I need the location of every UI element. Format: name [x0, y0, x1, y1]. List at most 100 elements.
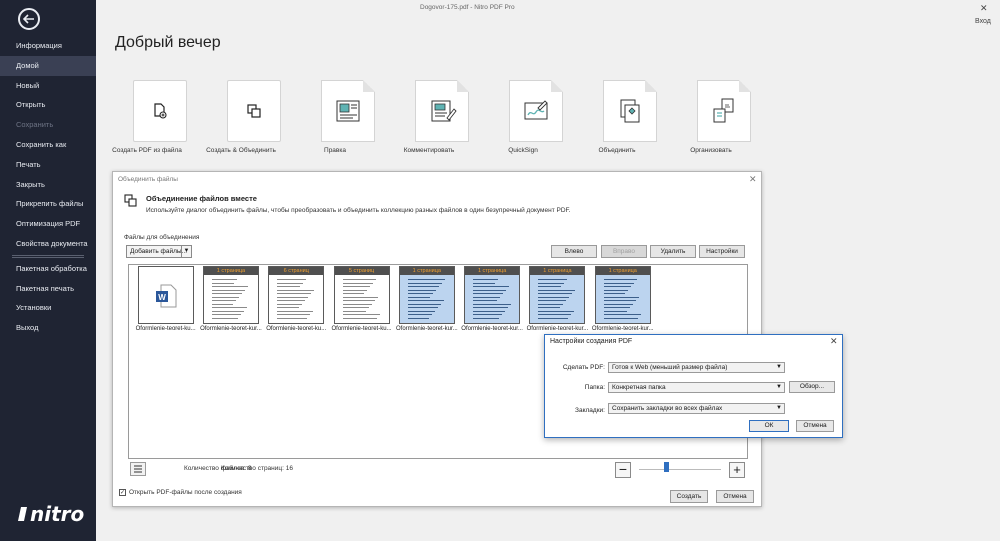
sidebar-separator — [12, 256, 84, 258]
delete-button[interactable]: Удалить — [650, 245, 696, 258]
sidebar-separator — [12, 254, 84, 256]
tile-label: Комментировать — [403, 147, 455, 154]
file-name: Oformlenie-teoret-kur... — [591, 326, 654, 332]
chevron-down-icon[interactable]: ▼ — [181, 246, 191, 257]
sidebar-item[interactable]: Домой — [0, 55, 96, 76]
tile-combine[interactable]: Объединить — [564, 80, 658, 154]
tile-organize[interactable]: Организовать — [658, 80, 752, 154]
arrow-left-icon — [23, 14, 34, 24]
file-name: Oformlenie-teoret-ku... — [135, 326, 196, 332]
file-thumbnails: W Oformlenie-teoret-ku... 1 страница Oforml… — [133, 265, 655, 332]
dialog-title: Объединить файлы — [118, 176, 178, 183]
file-thumbnail[interactable]: 1 страница Oformlenie-teoret-kur... — [459, 265, 524, 332]
page-preview-lines — [211, 279, 250, 321]
page-preview-lines — [277, 279, 315, 321]
combine-files-icon — [124, 194, 137, 210]
edit-icon — [336, 100, 360, 122]
sidebar-item[interactable]: Информация — [0, 36, 96, 56]
organize-icon — [713, 98, 734, 123]
create-button[interactable]: Создать — [670, 490, 708, 503]
tile-create-pdf[interactable]: Создать PDF из файла — [94, 80, 188, 154]
sidebar-item[interactable]: Открыть — [0, 95, 96, 115]
tile-create-combine[interactable]: Создать & Объединить — [188, 80, 282, 154]
page-count: Количество страниц: 16 — [221, 465, 293, 472]
sidebar-item[interactable]: Сохранить как — [0, 135, 96, 155]
close-icon[interactable]: ✕ — [749, 174, 757, 185]
browse-button[interactable]: Обзор... — [789, 381, 835, 393]
file-thumbnail[interactable]: 5 страниц Oformlenie-teoret-ku... — [329, 265, 394, 332]
file-thumbnail[interactable]: 1 страница Oformlenie-teoret-kur... — [394, 265, 459, 332]
sidebar-item[interactable]: Пакетная обработка — [0, 259, 96, 279]
file-thumbnail[interactable]: 1 страница Oformlenie-teoret-kur... — [590, 265, 655, 332]
nitro-logo: nitro — [18, 502, 84, 526]
sidebar-item[interactable]: Пакетная печать — [0, 279, 96, 299]
add-files-button[interactable]: Добавить файлы... ▼ — [126, 245, 192, 258]
thumbnail-image: 1 страница — [464, 266, 521, 324]
list-view-button[interactable] — [130, 462, 146, 476]
sidebar-nav: Информация Домой Новый Открыть Сохранить Сохр… — [0, 36, 96, 338]
dialog-heading: Объединение файлов вместе — [146, 194, 257, 203]
tile-card — [697, 80, 751, 142]
sidebar-item[interactable]: Печать — [0, 155, 96, 175]
ok-button[interactable]: ОК — [749, 420, 789, 432]
page-title: Добрый вечер — [115, 34, 221, 51]
tile-label: Создать & Объединить — [206, 147, 276, 154]
file-thumbnail[interactable]: 6 страниц Oformlenie-teoret-ku... — [264, 265, 329, 332]
page-count-badge: 1 страница — [465, 267, 520, 275]
svg-text:W: W — [158, 293, 166, 302]
open-after-create-checkbox[interactable]: ✓ Открыть PDF-файлы после создания — [119, 489, 242, 496]
file-thumbnail[interactable]: 1 страница Oformlenie-teoret-kur... — [198, 265, 263, 332]
tile-edit[interactable]: Правка — [282, 80, 376, 154]
move-right-button[interactable]: Вправо — [601, 245, 647, 258]
file-thumbnail[interactable]: 1 страница Oformlenie-teoret-kur... — [525, 265, 590, 332]
files-label: Файлы для объединения — [124, 234, 200, 241]
make-pdf-select[interactable]: Готов к Web (меньший размер файла) ▼ — [608, 362, 785, 373]
quicksign-icon — [524, 100, 548, 120]
tile-label: Объединить — [598, 147, 636, 154]
page-count-badge: 1 страница — [203, 267, 258, 275]
file-thumbnail[interactable]: W Oformlenie-teoret-ku... — [133, 265, 198, 332]
cancel-button[interactable]: Отмена — [716, 490, 754, 503]
chevron-down-icon: ▼ — [776, 405, 782, 411]
tile-card — [509, 80, 563, 142]
tile-comment[interactable]: Комментировать — [376, 80, 470, 154]
sidebar-item[interactable]: Прикрепить файлы — [0, 194, 96, 214]
thumbnail-image: 5 страниц — [333, 266, 390, 324]
sidebar-item[interactable]: Выход — [0, 318, 96, 338]
sidebar-item[interactable]: Установки — [0, 298, 96, 318]
sidebar-item[interactable]: Оптимизация PDF — [0, 214, 96, 234]
tile-card — [321, 80, 375, 142]
add-files-label: Добавить файлы... — [130, 248, 188, 255]
sidebar-item[interactable]: Свойства документа — [0, 234, 96, 254]
file-name: Oformlenie-teoret-kur... — [395, 326, 458, 332]
sidebar-item[interactable]: Новый — [0, 76, 96, 96]
sidebar-item[interactable]: Закрыть — [0, 175, 96, 195]
cancel-button[interactable]: Отмена — [796, 420, 834, 432]
move-left-button[interactable]: Влево — [551, 245, 597, 258]
zoom-in-button[interactable]: + — [729, 462, 745, 478]
folder-select[interactable]: Конкретная папка ▼ — [608, 382, 785, 393]
zoom-out-button[interactable]: − — [615, 462, 631, 478]
file-name: Oformlenie-teoret-ku... — [266, 326, 327, 332]
login-link[interactable]: Вход — [975, 18, 991, 25]
bookmarks-select[interactable]: Сохранить закладки во всех файлах ▼ — [608, 403, 785, 414]
tile-quicksign[interactable]: QuickSign — [470, 80, 564, 154]
close-icon[interactable]: ✕ — [830, 336, 838, 347]
back-button[interactable] — [18, 8, 40, 30]
page-count-badge: 1 страница — [530, 267, 585, 275]
comment-icon — [431, 100, 457, 122]
make-pdf-value: Готов к Web (меньший размер файла) — [612, 364, 728, 371]
page-preview-lines — [538, 279, 576, 321]
thumbnail-image: 6 страниц — [268, 266, 325, 324]
close-icon[interactable]: ✕ — [980, 3, 988, 14]
zoom-slider-handle[interactable] — [664, 462, 669, 472]
zoom-slider[interactable] — [639, 469, 721, 470]
settings-button[interactable]: Настройки — [699, 245, 745, 258]
home-tiles: Создать PDF из файла Создать & Объединит… — [112, 80, 760, 160]
bookmarks-value: Сохранить закладки во всех файлах — [612, 405, 723, 412]
sidebar-item: Сохранить — [16, 120, 54, 130]
nitro-app: Информация Домой Новый Открыть Сохранить Сохр… — [0, 0, 1000, 541]
checkbox-checked-icon[interactable]: ✓ — [119, 489, 126, 496]
checkbox-label: Открыть PDF-файлы после создания — [129, 489, 242, 496]
page-preview-lines — [603, 279, 642, 321]
